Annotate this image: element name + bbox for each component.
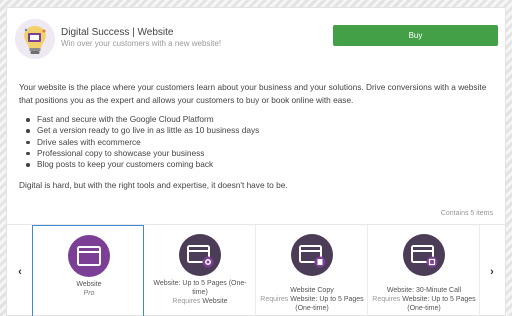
browser-calendar-icon — [403, 234, 445, 276]
feature-item: Get a version ready to go live in as lit… — [25, 125, 260, 136]
browser-window-icon — [68, 235, 110, 277]
package-carousel: ‹ Website Pro Website: Up to 5 Pages (On… — [7, 224, 505, 316]
product-description: Your website is the place where your cus… — [19, 82, 487, 105]
product-title: Digital Success | Website — [61, 27, 174, 38]
requires-label: Requires — [172, 298, 201, 305]
carousel-item-website-pages[interactable]: Website: Up to 5 Pages (One-time) Requir… — [144, 225, 256, 316]
requires-value: Website: Up to 5 Pages (One-time) — [290, 296, 364, 312]
requires-value: Website: Up to 5 Pages (One-time) — [402, 296, 476, 312]
requires-label: Requires — [372, 296, 401, 303]
item-edition: Pro — [83, 290, 95, 297]
carousel-item-website[interactable]: Website Pro — [32, 225, 144, 316]
carousel-item-website-call[interactable]: Website: 30-Minute Call Requires Website… — [368, 225, 480, 316]
product-logo — [15, 19, 55, 59]
carousel-item-name: Website Pro — [35, 280, 143, 298]
feature-item: Blog posts to keep your customers coming… — [25, 159, 259, 170]
requires-label: Requires — [260, 296, 289, 303]
lightbulb-icon — [15, 19, 55, 59]
feature-item: Fast and secure with the Google Cloud Pl… — [25, 114, 259, 125]
closing-text: Digital is hard, but with the right tool… — [19, 180, 288, 190]
browser-settings-icon — [179, 234, 221, 276]
product-header: Digital Success | Website Win over your … — [7, 8, 505, 68]
chevron-right-icon[interactable]: › — [485, 265, 499, 279]
feature-item: Drive sales with ecommerce — [25, 137, 259, 148]
feature-item: Professional copy to showcase your busin… — [25, 148, 259, 159]
carousel-item-name: Website: Up to 5 Pages (One-time) — [153, 280, 247, 296]
item-title: Website — [76, 281, 102, 288]
carousel-items: Website Pro Website: Up to 5 Pages (One-… — [32, 225, 480, 316]
item-count: Contains 5 items — [440, 210, 493, 217]
product-card: Digital Success | Website Win over your … — [6, 7, 506, 316]
product-subtitle: Win over your customers with a new websi… — [61, 39, 222, 48]
carousel-item-website-copy[interactable]: Website Copy Requires Website: Up to 5 P… — [256, 225, 368, 316]
buy-button[interactable]: Buy — [333, 25, 498, 46]
chevron-left-icon[interactable]: ‹ — [13, 265, 27, 279]
carousel-item-name: Website Copy — [290, 287, 334, 294]
requirement: Requires Website — [146, 297, 254, 306]
feature-list: Fast and secure with the Google Cloud Pl… — [25, 114, 260, 170]
requirement: Requires Website: Up to 5 Pages (One-tim… — [258, 295, 366, 313]
requires-value: Website — [202, 298, 228, 305]
requirement: Requires Website: Up to 5 Pages (One-tim… — [370, 295, 478, 313]
browser-document-icon — [291, 234, 333, 276]
carousel-item-name: Website: 30-Minute Call — [386, 287, 462, 294]
